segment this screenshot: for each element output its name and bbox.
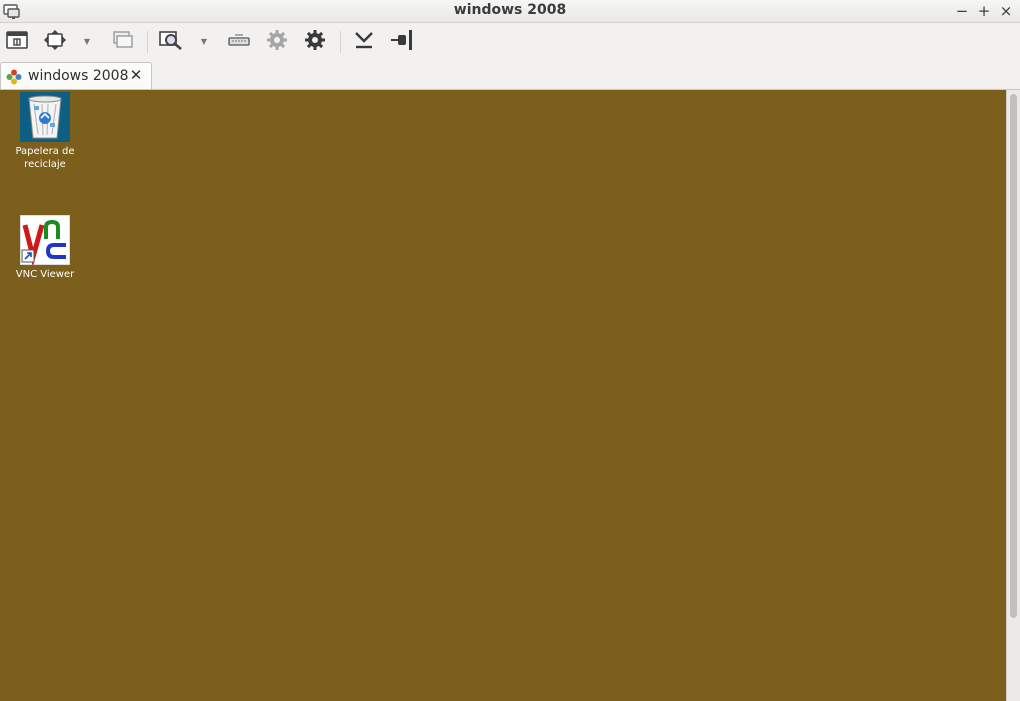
vertical-scrollbar[interactable] bbox=[1006, 90, 1020, 701]
magnifier-icon bbox=[159, 30, 183, 54]
desktop-icon-vnc-viewer[interactable]: VNC Viewer bbox=[1, 214, 89, 281]
gear-icon bbox=[304, 29, 326, 55]
recycle-bin-icon bbox=[20, 92, 70, 142]
minimize-window-toolbar-button[interactable] bbox=[351, 30, 377, 54]
tab-label: windows 2008 bbox=[28, 68, 129, 84]
disconnect-button[interactable] bbox=[389, 30, 415, 54]
recycle-bin-label: Papelera de reciclaje bbox=[15, 146, 75, 170]
toolbar: ▼ ▼ bbox=[0, 23, 1020, 61]
tab-bar: windows 2008 ✕ bbox=[0, 61, 1020, 90]
maximize-window-button[interactable]: + bbox=[974, 1, 994, 21]
vnc-viewer-label: VNC Viewer bbox=[15, 269, 75, 280]
close-window-button[interactable]: × bbox=[996, 1, 1016, 21]
scrollbar-thumb[interactable] bbox=[1010, 94, 1017, 618]
fit-window-arrows-icon bbox=[43, 30, 67, 54]
scaling-mode-dropdown-arrow[interactable]: ▼ bbox=[82, 34, 92, 50]
preferences-button[interactable] bbox=[302, 30, 328, 54]
grab-keyboard-button[interactable] bbox=[109, 30, 135, 54]
toolbar-separator bbox=[340, 31, 341, 53]
plug-icon bbox=[390, 29, 414, 55]
send-keys-button[interactable] bbox=[226, 30, 252, 54]
download-arrow-icon bbox=[353, 30, 375, 54]
gear-grey-icon bbox=[266, 29, 288, 55]
desktop-icon-recycle-bin[interactable]: Papelera de reciclaje bbox=[1, 92, 89, 171]
toolbar-separator bbox=[147, 31, 148, 53]
close-tab-icon[interactable]: ✕ bbox=[127, 65, 145, 85]
preferences-disabled-button[interactable] bbox=[264, 30, 290, 54]
keyboard-icon bbox=[227, 32, 251, 52]
toggle-fullscreen-button[interactable] bbox=[4, 30, 30, 54]
zoom-dropdown-arrow[interactable]: ▼ bbox=[199, 34, 209, 50]
vnc-viewer-icon bbox=[19, 214, 71, 267]
minimize-window-button[interactable]: − bbox=[952, 1, 972, 21]
remote-desktop-view[interactable]: Papelera de reciclaje VNC Viewer bbox=[0, 90, 1006, 701]
window-title: windows 2008 bbox=[453, 2, 567, 18]
screenshot-zoom-button[interactable] bbox=[158, 30, 184, 54]
tab-windows-2008[interactable]: windows 2008 ✕ bbox=[0, 62, 152, 89]
scaling-mode-button[interactable] bbox=[42, 30, 68, 54]
window-title-icon bbox=[6, 31, 28, 53]
window-titlebar: windows 2008 − + × bbox=[0, 0, 1020, 23]
remmina-tab-icon bbox=[6, 69, 22, 85]
overlapping-windows-icon bbox=[111, 31, 133, 53]
